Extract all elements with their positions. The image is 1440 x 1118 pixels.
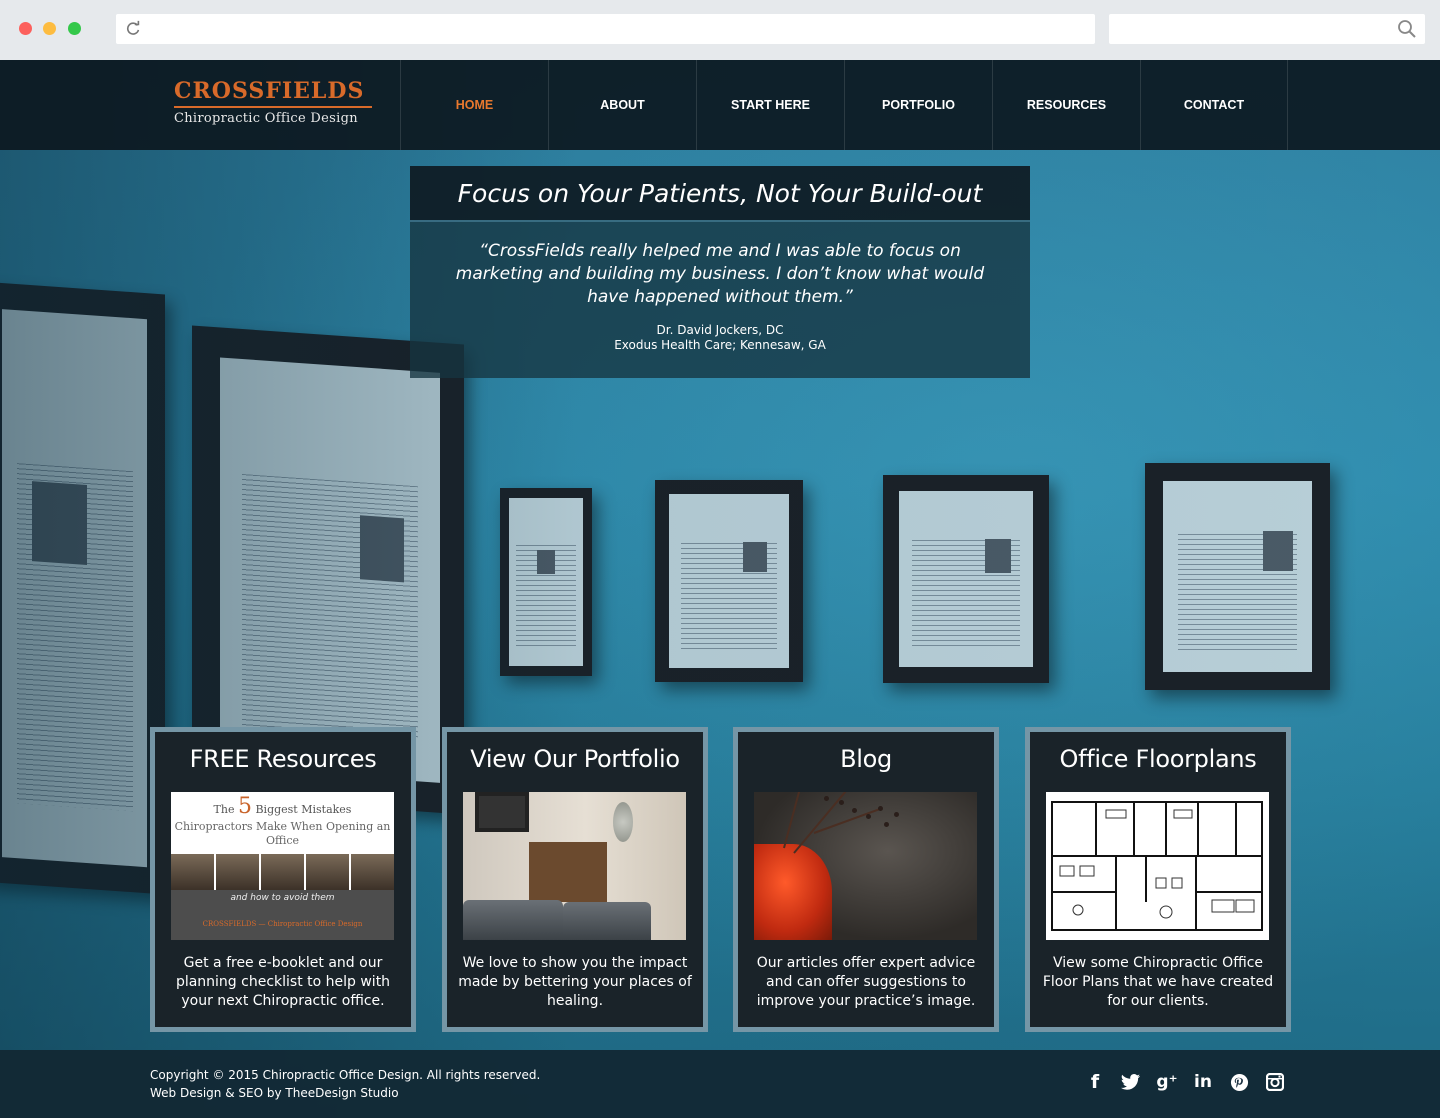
google-plus-icon[interactable]: g⁺ — [1156, 1070, 1178, 1094]
nav-about[interactable]: ABOUT — [548, 60, 696, 150]
card-description: We love to show you the impact made by b… — [458, 955, 692, 1009]
main-nav: HOME ABOUT START HERE PORTFOLIO RESOURCE… — [400, 60, 1288, 150]
search-icon[interactable] — [1397, 19, 1417, 39]
card-free-resources[interactable]: FREE Resources The 5 Biggest Mistakes Ch… — [150, 727, 416, 1032]
copyright-text: Copyright © 2015 Chiropractic Office Des… — [150, 1068, 541, 1082]
address-bar[interactable] — [116, 14, 1095, 44]
pinterest-icon[interactable] — [1228, 1070, 1250, 1094]
hero-heading: Focus on Your Patients, Not Your Build-o… — [457, 178, 983, 208]
close-window-button[interactable] — [19, 22, 32, 35]
footer-text: Copyright © 2015 Chiropractic Office Des… — [150, 1066, 540, 1102]
instagram-icon[interactable] — [1264, 1070, 1286, 1094]
logo-title: CROSSFIELDS — [174, 78, 365, 104]
maximize-window-button[interactable] — [68, 22, 81, 35]
nav-home[interactable]: HOME — [400, 60, 548, 150]
card-title[interactable]: Office Floorplans — [1030, 745, 1286, 773]
nav-resources[interactable]: RESOURCES — [992, 60, 1140, 150]
testimonial-clinic: Exodus Health Care; Kennesaw, GA — [614, 338, 826, 352]
ebook-title-line: The 5 Biggest Mistakes — [171, 794, 394, 819]
site-header: CROSSFIELDS Chiropractic Office Design H… — [0, 60, 1440, 150]
twitter-icon[interactable] — [1120, 1070, 1142, 1094]
card-description: Get a free e-booklet and our planning ch… — [175, 955, 391, 1009]
logo-divider — [174, 106, 372, 108]
blog-image[interactable] — [754, 792, 977, 940]
testimonial-box: Focus on Your Patients, Not Your Build-o… — [410, 166, 1030, 378]
browser-search-field[interactable] — [1109, 14, 1425, 44]
ebook-brand: CROSSFIELDS — Chiropractic Office Design — [202, 920, 363, 928]
minimize-window-button[interactable] — [43, 22, 56, 35]
site-logo[interactable]: CROSSFIELDS Chiropractic Office Design — [174, 78, 374, 134]
ebook-photo-strip — [171, 854, 394, 890]
testimonial-header: Focus on Your Patients, Not Your Build-o… — [410, 166, 1030, 222]
social-links: f g⁺ in — [1084, 1070, 1286, 1094]
site-footer: Copyright © 2015 Chiropractic Office Des… — [0, 1050, 1440, 1118]
linkedin-icon[interactable]: in — [1192, 1070, 1214, 1094]
card-title[interactable]: FREE Resources — [155, 745, 411, 773]
card-description: Our articles offer expert advice and can… — [756, 955, 976, 1009]
card-blog[interactable]: Blog Our articles offer expert advice an… — [733, 727, 999, 1032]
card-floorplans[interactable]: Office Floorplans View some Chiropractic… — [1025, 727, 1291, 1032]
nav-portfolio[interactable]: PORTFOLIO — [844, 60, 992, 150]
testimonial-body: “CrossFields really helped me and I was … — [410, 222, 1030, 378]
nav-contact[interactable]: CONTACT — [1140, 60, 1288, 150]
nav-start-here[interactable]: START HERE — [696, 60, 844, 150]
floorplan-image[interactable] — [1046, 792, 1269, 940]
card-title[interactable]: Blog — [738, 745, 994, 773]
ebook-cover-image[interactable]: The 5 Biggest Mistakes Chiropractors Mak… — [171, 792, 394, 940]
testimonial-author: Dr. David Jockers, DC — [656, 323, 784, 337]
design-credit-link[interactable]: Web Design & SEO by TheeDesign Studio — [150, 1084, 540, 1102]
web-page: CROSSFIELDS Chiropractic Office Design H… — [0, 60, 1440, 1118]
ebook-tagline: and how to avoid them — [230, 893, 335, 903]
ebook-subtitle: Chiropractors Make When Opening an Offic… — [174, 820, 391, 847]
reload-icon[interactable] — [124, 20, 142, 38]
ebook-title-pre: The — [213, 803, 235, 816]
logo-subtitle: Chiropractic Office Design — [174, 111, 358, 126]
ebook-title-post: Biggest Mistakes — [255, 803, 352, 816]
card-description: View some Chiropractic Office Floor Plan… — [1042, 955, 1274, 1009]
browser-chrome — [0, 0, 1440, 60]
testimonial-quote: “CrossFields really helped me and I was … — [455, 241, 985, 307]
facebook-icon[interactable]: f — [1084, 1070, 1106, 1094]
portfolio-image[interactable] — [463, 792, 686, 940]
card-title[interactable]: View Our Portfolio — [447, 745, 703, 773]
card-portfolio[interactable]: View Our Portfolio We love to show you t… — [442, 727, 708, 1032]
ebook-title-number: 5 — [237, 794, 252, 819]
